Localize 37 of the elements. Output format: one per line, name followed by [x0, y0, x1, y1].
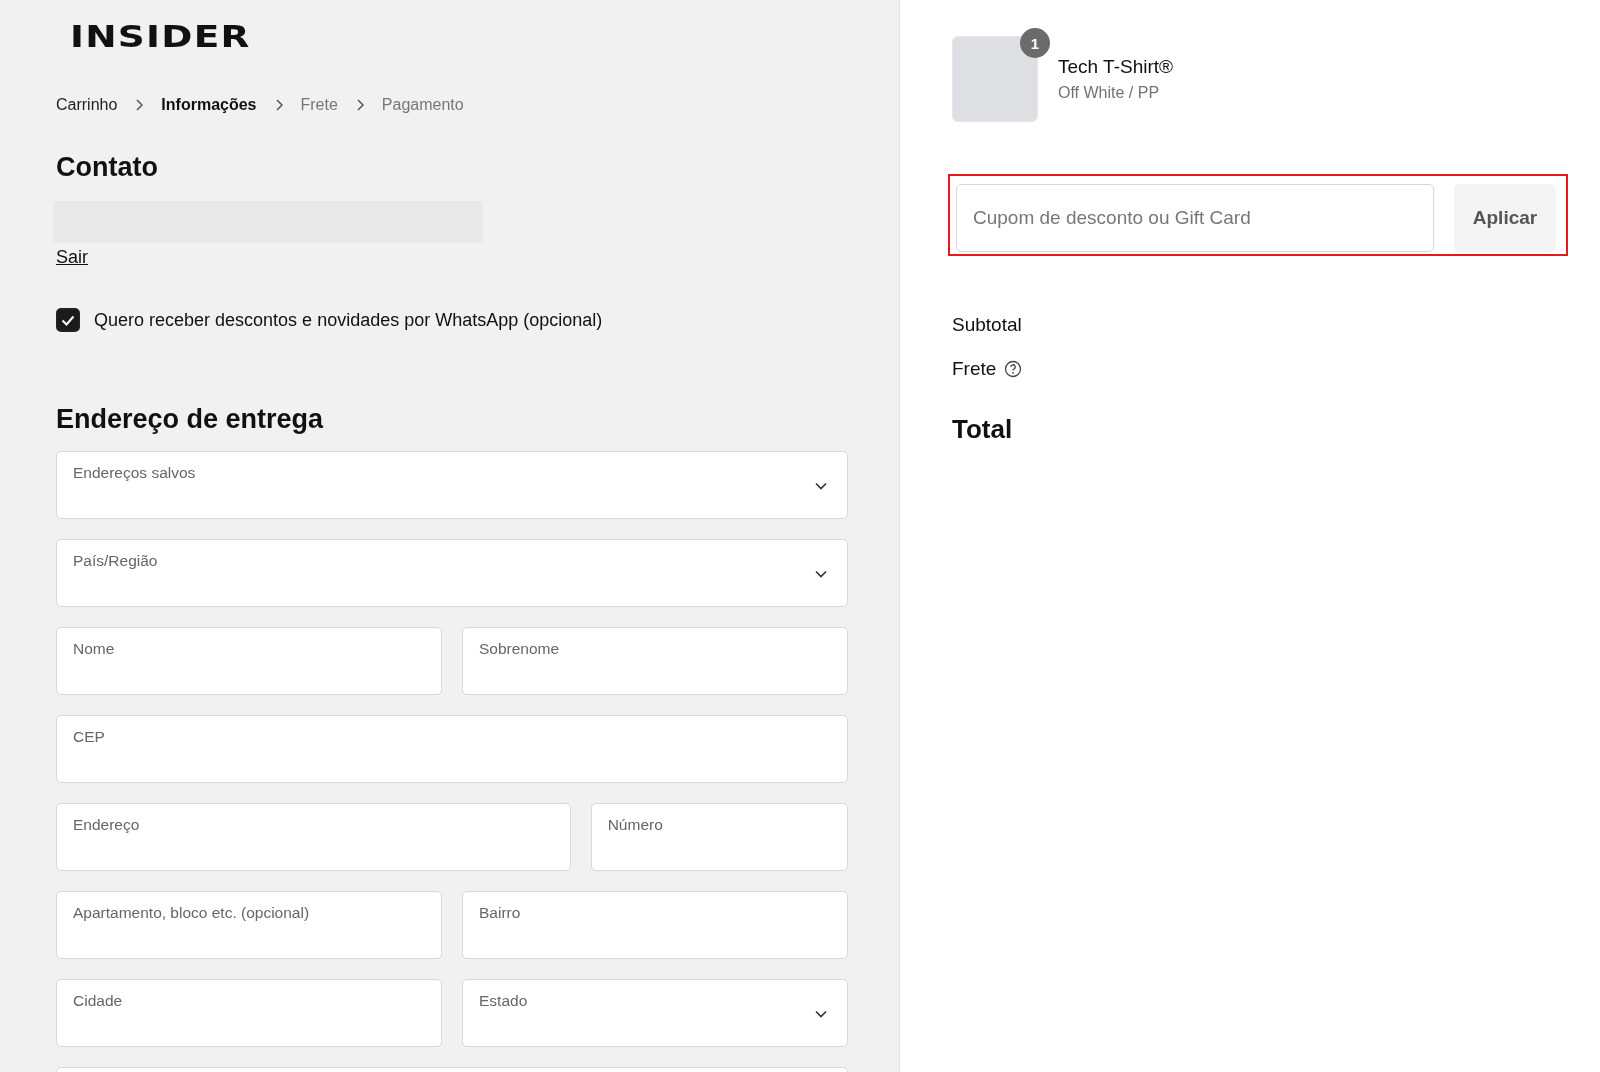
summary-label: Frete	[952, 358, 997, 380]
summary-label: Subtotal	[952, 314, 1022, 336]
help-icon[interactable]	[1004, 360, 1023, 378]
checkbox-label: Quero receber descontos e novidades por WhatsApp (opcional)	[94, 309, 603, 331]
section-heading: Endereço de entrega	[56, 404, 324, 435]
logo[interactable]: INSIDER	[70, 20, 251, 54]
coupon-input[interactable]: Cupom de desconto ou Gift Card	[956, 184, 1434, 252]
chevron-down-icon	[815, 1010, 827, 1018]
checkbox[interactable]	[56, 308, 80, 332]
select-field[interactable]: Endereços salvos	[56, 451, 848, 519]
product-variant: Off White / PP	[1058, 84, 1161, 102]
chevron-right-icon	[274, 99, 283, 111]
input-field[interactable]: Endereço	[56, 803, 571, 871]
input-field[interactable]: Número	[590, 803, 848, 871]
chevron-right-icon	[135, 99, 144, 111]
select-field[interactable]: País/Região	[56, 539, 848, 607]
input-field[interactable]: Cidade	[56, 979, 442, 1047]
input-field[interactable]: CEP	[56, 715, 848, 783]
section-heading: Contato	[56, 152, 158, 183]
breadcrumb-link[interactable]: Informações	[161, 96, 257, 114]
input-field[interactable]: Bairro	[462, 891, 848, 959]
input-field[interactable]: Apartamento, bloco etc. (opcional)	[56, 891, 442, 959]
select-field[interactable]: Estado	[462, 979, 848, 1047]
chevron-down-icon	[815, 482, 827, 490]
breadcrumb-link[interactable]: Pagamento	[381, 96, 464, 114]
apply-button[interactable]: Aplicar	[1454, 184, 1556, 252]
breadcrumb-link[interactable]: Frete	[300, 96, 338, 114]
input-field[interactable]: Sobrenome	[462, 627, 848, 695]
chevron-down-icon	[815, 570, 827, 578]
input-field[interactable]: Nome	[56, 627, 442, 695]
chevron-right-icon	[355, 99, 364, 111]
check-icon	[61, 314, 75, 326]
breadcrumb-link[interactable]: Carrinho	[56, 96, 118, 114]
quantity-badge: 1	[1020, 28, 1050, 58]
total-label: Total	[952, 414, 1013, 445]
logout-link[interactable]: Sair	[56, 247, 88, 268]
product-name: Tech T-Shirt®	[1058, 56, 1174, 78]
